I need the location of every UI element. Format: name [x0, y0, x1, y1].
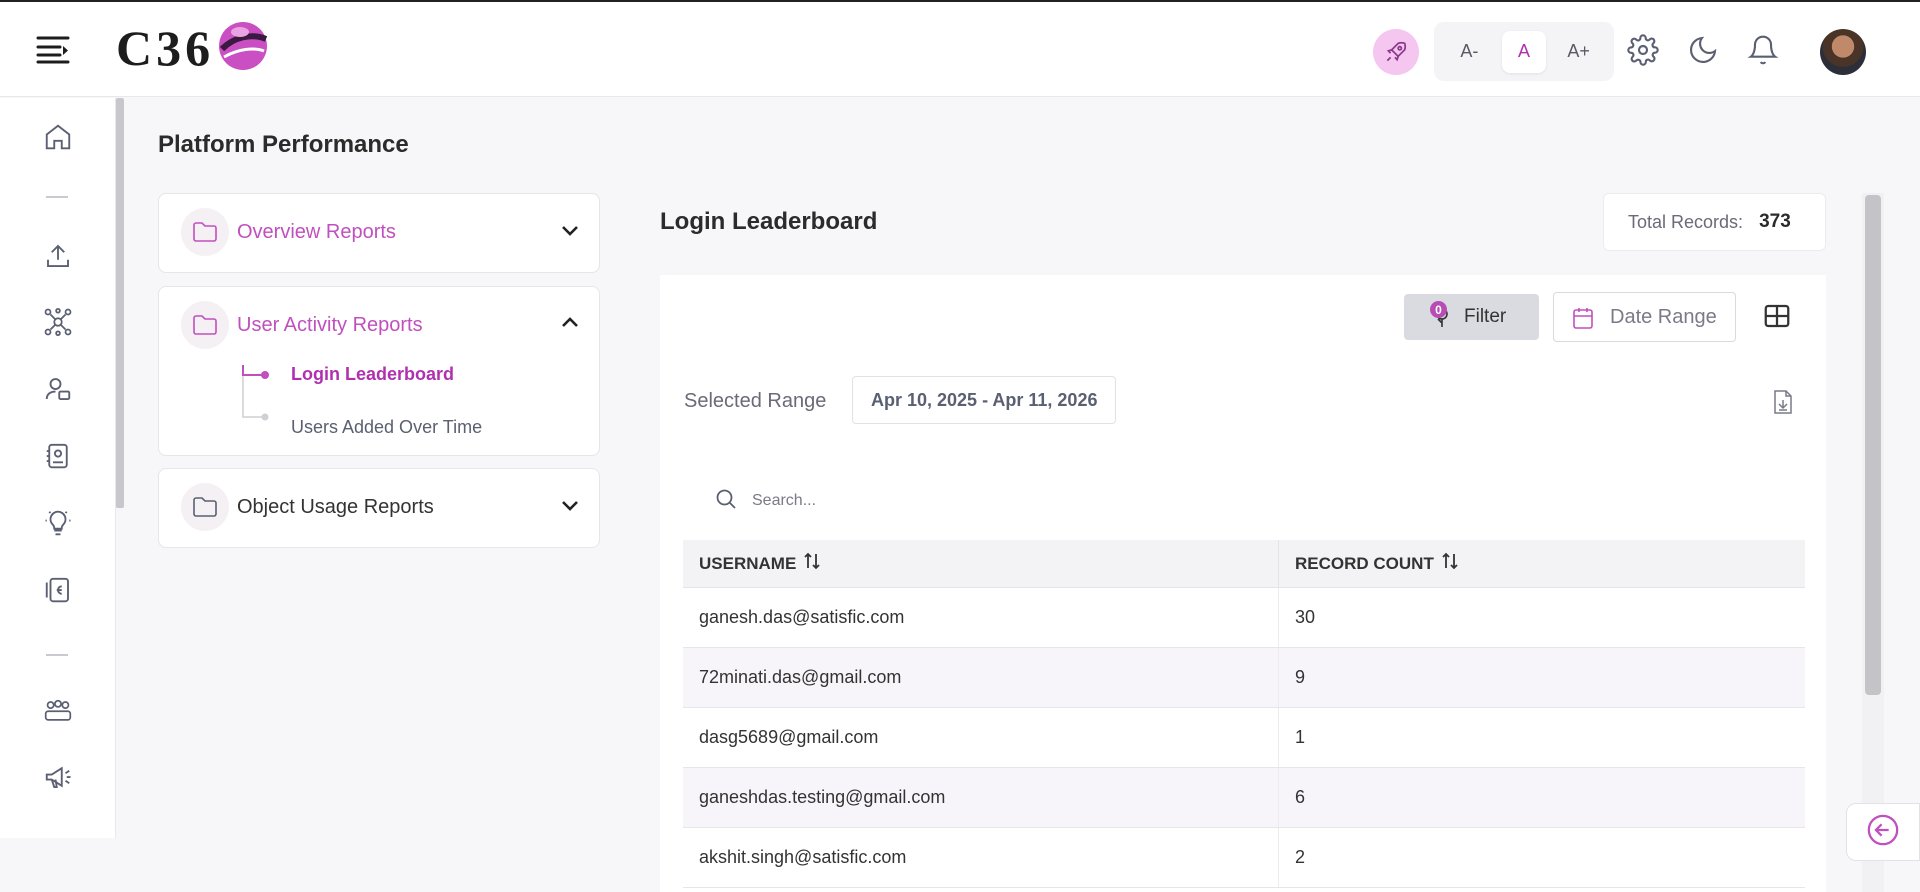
- menu-toggle-icon[interactable]: [36, 34, 70, 64]
- table-row[interactable]: dasg5689@gmail.com 1: [683, 708, 1805, 768]
- chevron-down-icon[interactable]: [561, 499, 579, 517]
- folder-icon: [181, 483, 229, 531]
- table-layout-icon[interactable]: [1762, 301, 1792, 331]
- megaphone-icon[interactable]: [40, 759, 76, 795]
- search-input[interactable]: [752, 492, 1252, 510]
- search-icon: [714, 487, 738, 516]
- selected-range-value: Apr 10, 2025 - Apr 11, 2026: [852, 376, 1117, 424]
- column-header-record-count[interactable]: RECORD COUNT: [1279, 540, 1805, 587]
- accordion-title: Overview Reports: [237, 220, 396, 243]
- filter-button[interactable]: 0 Filter: [1404, 294, 1539, 340]
- cell-record-count: 1: [1295, 727, 1306, 747]
- table-row[interactable]: ganeshdas.testing@gmail.com 6: [683, 768, 1805, 828]
- nav-item-users-added-over-time[interactable]: Users Added Over Time: [291, 417, 482, 438]
- filter-label: Filter: [1464, 306, 1507, 327]
- cell-username: dasg5689@gmail.com: [683, 708, 1279, 767]
- dark-mode-moon-icon[interactable]: [1686, 33, 1720, 67]
- filter-count-badge: 0: [1430, 301, 1447, 318]
- cell-record-count: 2: [1295, 847, 1306, 867]
- cell-record-count: 6: [1295, 787, 1306, 807]
- date-range-label: Date Range: [1610, 305, 1717, 328]
- accordion-title: User Activity Reports: [237, 313, 423, 336]
- left-sidebar: [0, 98, 116, 838]
- app-logo[interactable]: C36: [116, 20, 270, 76]
- chevron-down-icon[interactable]: [561, 224, 579, 242]
- font-increase-button[interactable]: A+: [1557, 31, 1601, 73]
- sort-icon[interactable]: [804, 552, 820, 575]
- sort-icon[interactable]: [1442, 552, 1458, 575]
- report-card: 0 Filter Date Range Selected Range Apr 1…: [660, 275, 1826, 892]
- upload-icon[interactable]: [40, 238, 76, 274]
- table-row[interactable]: 72minati.das@gmail.com 9: [683, 648, 1805, 708]
- font-default-button[interactable]: A: [1501, 30, 1546, 73]
- date-range-button[interactable]: Date Range: [1553, 292, 1736, 342]
- table-header: USERNAME RECORD COUNT: [683, 540, 1805, 588]
- folder-icon: [181, 208, 229, 256]
- search-bar: [684, 476, 1804, 526]
- column-label: USERNAME: [699, 553, 797, 573]
- user-avatar[interactable]: [1820, 29, 1866, 75]
- cell-record-count: 30: [1295, 607, 1316, 627]
- bell-icon[interactable]: [1746, 33, 1780, 67]
- selected-range-label: Selected Range: [684, 390, 827, 412]
- collapse-panel-button[interactable]: [1846, 803, 1920, 861]
- logo-globe-icon: [216, 19, 270, 78]
- total-records: Total Records: 373: [1603, 193, 1826, 251]
- page-title: Platform Performance: [158, 131, 409, 158]
- font-size-controls: A- A A+: [1434, 22, 1614, 81]
- gear-icon[interactable]: [1626, 33, 1660, 67]
- report-title: Login Leaderboard: [660, 208, 878, 235]
- network-hub-icon[interactable]: [40, 304, 76, 340]
- column-label: RECORD COUNT: [1295, 553, 1434, 573]
- home-icon[interactable]: [40, 119, 76, 155]
- sidebar-scrollbar[interactable]: [116, 98, 126, 508]
- main-scrollbar-thumb[interactable]: [1865, 195, 1881, 695]
- export-file-icon[interactable]: [1772, 389, 1794, 415]
- calendar-icon: [1572, 306, 1594, 336]
- cell-username: akshit.singh@satisfic.com: [683, 828, 1279, 887]
- table-row[interactable]: ganesh.das@satisfic.com 30: [683, 588, 1805, 648]
- id-badge-icon[interactable]: [40, 438, 76, 474]
- chevron-up-icon[interactable]: [561, 315, 579, 333]
- object-usage-reports-accordion[interactable]: Object Usage Reports: [158, 468, 600, 548]
- main-scrollbar[interactable]: [1862, 193, 1884, 892]
- cell-username: ganeshdas.testing@gmail.com: [683, 768, 1279, 827]
- top-header: C36 A- A A+: [0, 2, 1920, 97]
- nav-item-login-leaderboard[interactable]: Login Leaderboard: [291, 364, 454, 385]
- total-records-label: Total Records:: [1628, 211, 1744, 232]
- rocket-icon[interactable]: [1373, 29, 1419, 75]
- user-activity-reports-accordion[interactable]: User Activity Reports Login Leaderboard …: [158, 286, 600, 456]
- user-group-icon[interactable]: [40, 371, 76, 407]
- font-decrease-button[interactable]: A-: [1447, 31, 1491, 73]
- lightbulb-icon[interactable]: [40, 505, 76, 541]
- tree-connector: [242, 365, 269, 421]
- cell-username: 72minati.das@gmail.com: [683, 648, 1279, 707]
- cell-record-count: 9: [1295, 667, 1306, 687]
- column-header-username[interactable]: USERNAME: [683, 540, 1279, 587]
- billing-icon[interactable]: [40, 572, 76, 608]
- cell-username: ganesh.das@satisfic.com: [683, 588, 1279, 647]
- arrow-left-circle-icon: [1866, 813, 1900, 852]
- sidebar-scrollbar-thumb[interactable]: [116, 98, 124, 508]
- total-records-value: 373: [1759, 211, 1791, 232]
- sidebar-divider: [46, 196, 68, 198]
- folder-icon: [181, 301, 229, 349]
- team-icon[interactable]: [40, 692, 76, 728]
- leaderboard-table: USERNAME RECORD COUNT ganesh.das@satisfi…: [683, 540, 1805, 888]
- logo-text: C36: [116, 20, 215, 76]
- overview-reports-accordion[interactable]: Overview Reports: [158, 193, 600, 273]
- sidebar-divider: [46, 654, 68, 656]
- accordion-title: Object Usage Reports: [237, 495, 434, 518]
- table-row[interactable]: akshit.singh@satisfic.com 2: [683, 828, 1805, 888]
